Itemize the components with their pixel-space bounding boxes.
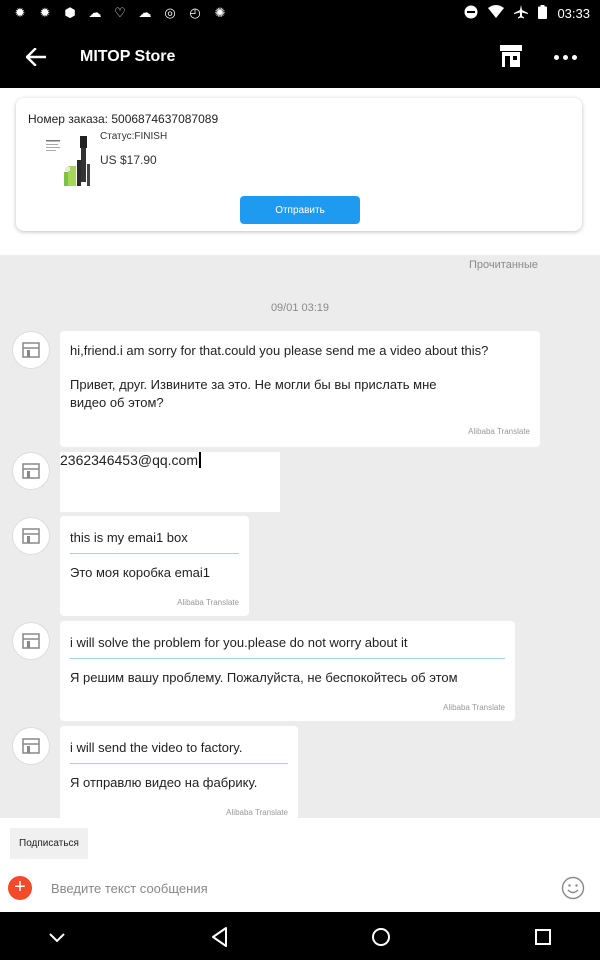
wifi-icon bbox=[488, 4, 505, 22]
email-address: 2362346453@qq.com bbox=[60, 452, 198, 468]
send-order-button[interactable]: Отправить bbox=[240, 196, 360, 224]
order-price: US $17.90 bbox=[100, 153, 157, 167]
product-thumbnail[interactable] bbox=[44, 134, 106, 190]
shop-avatar-icon bbox=[22, 633, 40, 649]
do-not-disturb-icon bbox=[464, 5, 478, 22]
store-avatar[interactable] bbox=[12, 622, 50, 660]
notification-icons: ✹ ✹ ⬢ ☁ ♡ ☁ ◎ ◴ ✺ bbox=[0, 5, 228, 21]
add-attachment-button[interactable]: + bbox=[8, 876, 32, 900]
cloud-notification-icon: ☁ bbox=[88, 5, 102, 20]
triangle-back-icon bbox=[212, 927, 227, 947]
store-avatar[interactable] bbox=[12, 517, 50, 555]
dot-icon bbox=[562, 54, 568, 60]
more-options-button[interactable] bbox=[552, 45, 578, 69]
system-status: 03:33 bbox=[464, 4, 600, 22]
message-translated-text: Это моя коробка emai1 bbox=[70, 565, 211, 580]
shop-avatar-icon bbox=[22, 463, 40, 479]
gear-notification-icon: ✹ bbox=[39, 5, 51, 20]
order-card[interactable]: Номер заказа: 5006874637087089 Статус:FI… bbox=[16, 98, 582, 231]
store-avatar[interactable] bbox=[12, 452, 50, 490]
nav-back-button[interactable] bbox=[207, 924, 233, 950]
arrow-left-icon bbox=[26, 48, 46, 66]
message-original-text: this is my emai1 box bbox=[70, 530, 188, 545]
translation-divider bbox=[70, 553, 239, 554]
heart-notification-icon: ♡ bbox=[114, 5, 126, 20]
flashlight-product-image bbox=[44, 134, 106, 190]
plus-icon: + bbox=[14, 876, 26, 898]
message-original-text: i will solve the problem for you.please … bbox=[70, 635, 408, 650]
store-button[interactable] bbox=[498, 43, 524, 69]
message-input[interactable] bbox=[41, 870, 591, 906]
shop-avatar-icon bbox=[22, 738, 40, 754]
shop-avatar-icon bbox=[22, 342, 40, 358]
subscribe-button[interactable]: Подписаться bbox=[10, 828, 88, 859]
message-original-text: hi,friend.i am sorry for that.could you … bbox=[70, 343, 489, 358]
date-separator: 09/01 03:19 bbox=[270, 302, 330, 314]
system-navigation-bar bbox=[0, 912, 600, 960]
airplane-mode-icon bbox=[514, 4, 529, 22]
gamepad-notification-icon: ◎ bbox=[164, 5, 176, 20]
store-avatar[interactable] bbox=[12, 727, 50, 765]
message-translated-text: Я решим вашу проблему. Пожалуйста, не бе… bbox=[70, 670, 458, 685]
message-original-text: i will send the video to factory. bbox=[70, 740, 243, 755]
translation-divider bbox=[70, 763, 288, 764]
message-bubble[interactable]: hi,friend.i am sorry for that.could you … bbox=[60, 331, 540, 447]
settings-notification-icon: ✺ bbox=[214, 5, 226, 20]
nav-home-button[interactable] bbox=[368, 924, 394, 950]
translate-credit: Alibaba Translate bbox=[443, 703, 505, 712]
message-bubble[interactable]: 2362346453@qq.com bbox=[60, 452, 280, 512]
order-status: Статус:FINISH bbox=[100, 131, 168, 142]
message-bubble[interactable]: i will send the video to factory. Я отпр… bbox=[60, 726, 298, 820]
app-bar: MITOP Store bbox=[0, 26, 600, 88]
translation-divider bbox=[70, 658, 505, 659]
shield-notification-icon: ⬢ bbox=[64, 5, 76, 20]
order-number: Номер заказа: 5006874637087089 bbox=[28, 112, 219, 126]
store-title: MITOP Store bbox=[80, 48, 176, 65]
gear-notification-icon: ✹ bbox=[14, 5, 26, 20]
message-bubble[interactable]: i will solve the problem for you.please … bbox=[60, 621, 515, 721]
shop-avatar-icon bbox=[22, 528, 40, 544]
clock: 03:33 bbox=[557, 5, 590, 21]
dot-icon bbox=[571, 54, 577, 60]
back-button[interactable] bbox=[16, 37, 56, 77]
translate-credit: Alibaba Translate bbox=[177, 598, 239, 607]
status-bar: ✹ ✹ ⬢ ☁ ♡ ☁ ◎ ◴ ✺ 03:33 bbox=[0, 0, 600, 26]
message-bubble[interactable]: this is my emai1 box Это моя коробка ema… bbox=[60, 516, 249, 616]
cloud-notification-icon: ☁ bbox=[138, 5, 152, 20]
nav-recents-button[interactable] bbox=[530, 924, 556, 950]
circle-home-icon bbox=[372, 928, 390, 946]
text-cursor bbox=[198, 452, 201, 468]
hide-keyboard-button[interactable] bbox=[44, 924, 70, 950]
order-area: Номер заказа: 5006874637087089 Статус:FI… bbox=[0, 88, 600, 255]
message-translated-text: Привет, друг. Извините за это. Не могли … bbox=[70, 377, 437, 410]
battery-icon bbox=[538, 4, 548, 22]
read-status: Прочитанные bbox=[469, 259, 538, 271]
store-avatar[interactable] bbox=[12, 331, 50, 369]
composer-bar: Подписаться + bbox=[0, 818, 600, 912]
message-text: 2362346453@qq.com bbox=[60, 452, 201, 468]
emoji-button[interactable] bbox=[561, 876, 585, 900]
smiley-icon bbox=[561, 876, 585, 900]
speedometer-notification-icon: ◴ bbox=[189, 5, 201, 20]
translate-credit: Alibaba Translate bbox=[468, 427, 530, 436]
dot-icon bbox=[553, 54, 559, 60]
message-translated-text: Я отправлю видео на фабрику. bbox=[70, 775, 258, 790]
translate-credit: Alibaba Translate bbox=[226, 808, 288, 817]
storefront-icon bbox=[500, 45, 522, 67]
chevron-down-icon bbox=[49, 933, 65, 943]
square-recents-icon bbox=[535, 929, 551, 945]
